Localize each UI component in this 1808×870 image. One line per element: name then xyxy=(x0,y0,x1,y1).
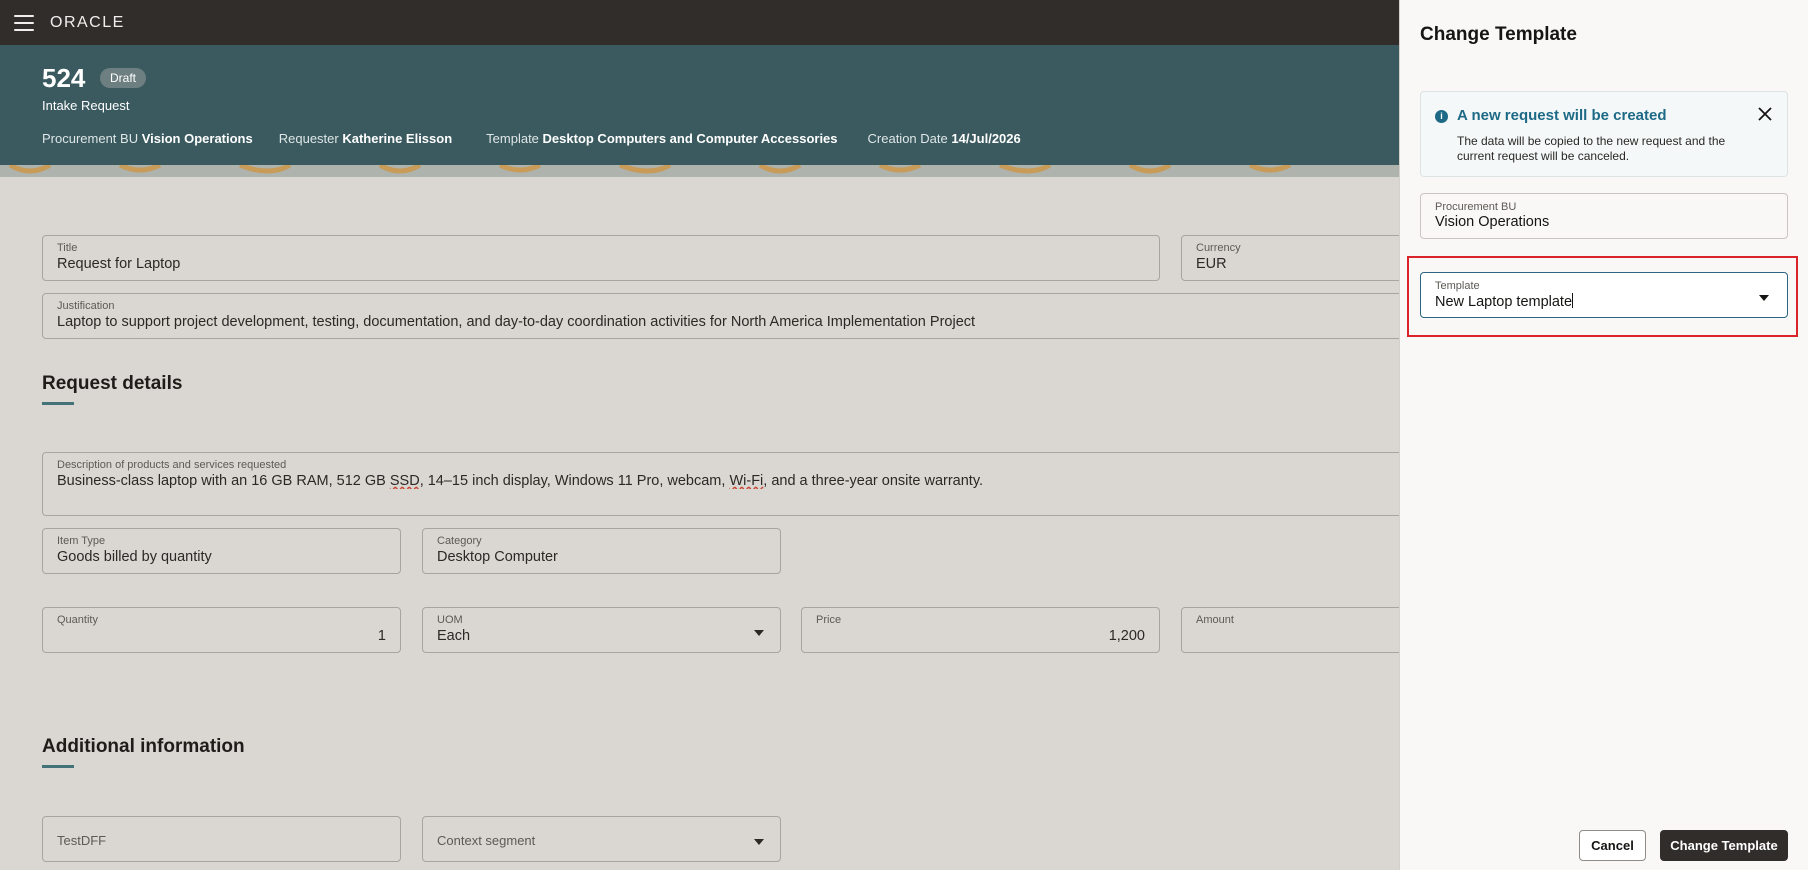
category-field[interactable]: Category Desktop Computer xyxy=(422,528,781,574)
section-underline xyxy=(42,765,74,768)
header-meta: Procurement BU Vision Operations Request… xyxy=(42,131,1021,146)
request-type: Intake Request xyxy=(42,98,130,113)
highlight-box xyxy=(1407,256,1798,337)
meta-requester: Requester Katherine Elisson xyxy=(278,131,453,146)
meta-creation-date: Creation Date 14/Jul/2026 xyxy=(867,131,1021,146)
request-header: 524 Draft Intake Request Procurement BU … xyxy=(0,45,1400,177)
change-template-drawer: Change Template i A new request will be … xyxy=(1399,0,1808,870)
amount-field[interactable]: Amount xyxy=(1181,607,1421,653)
drawer-title: Change Template xyxy=(1420,24,1577,45)
info-notice: i A new request will be created The data… xyxy=(1420,91,1788,177)
description-field[interactable]: Description of products and services req… xyxy=(42,452,1422,516)
procurement-bu-field[interactable]: Procurement BU Vision Operations xyxy=(1420,193,1788,239)
oracle-logo: ORACLE xyxy=(50,13,125,31)
title-field[interactable]: Title Request for Laptop xyxy=(42,235,1160,281)
section-underline xyxy=(42,402,74,405)
chevron-down-icon[interactable] xyxy=(754,630,764,636)
price-field[interactable]: Price 1,200 xyxy=(801,607,1160,653)
meta-procurement-bu: Procurement BU Vision Operations xyxy=(42,131,253,146)
cancel-button[interactable]: Cancel xyxy=(1579,830,1646,861)
testdff-field[interactable]: TestDFF xyxy=(42,816,401,862)
notice-title: A new request will be created xyxy=(1457,107,1667,124)
quantity-field[interactable]: Quantity 1 xyxy=(42,607,401,653)
status-badge: Draft xyxy=(100,68,147,88)
currency-field[interactable]: Currency EUR xyxy=(1181,235,1421,281)
justification-field[interactable]: Justification Laptop to support project … xyxy=(42,293,1422,339)
notice-text: The data will be copied to the new reque… xyxy=(1457,134,1726,163)
chevron-down-icon[interactable] xyxy=(754,839,764,845)
close-icon[interactable] xyxy=(1757,106,1773,122)
main-form: Title Request for Laptop Currency EUR Ju… xyxy=(0,177,1422,870)
item-type-field[interactable]: Item Type Goods billed by quantity xyxy=(42,528,401,574)
info-icon: i xyxy=(1435,110,1448,123)
meta-template: Template Desktop Computers and Computer … xyxy=(486,131,838,146)
header-pattern xyxy=(0,165,1400,177)
section-title-additional-info: Additional information xyxy=(42,736,245,757)
section-title-request-details: Request details xyxy=(42,373,183,394)
uom-select[interactable]: UOM Each xyxy=(422,607,781,653)
menu-icon[interactable] xyxy=(14,14,34,31)
change-template-button[interactable]: Change Template xyxy=(1660,830,1788,861)
request-number: 524 xyxy=(42,63,86,93)
description-value: Business-class laptop with an 16 GB RAM,… xyxy=(57,473,984,489)
context-segment-select[interactable]: Context segment xyxy=(422,816,781,862)
